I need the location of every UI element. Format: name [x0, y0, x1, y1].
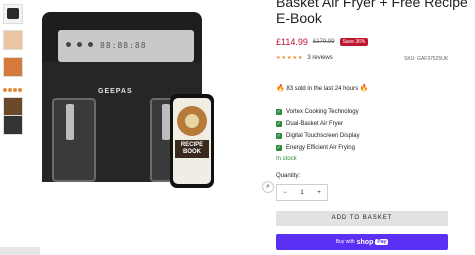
- control-icons: [66, 42, 93, 47]
- price: £114.99: [276, 37, 308, 47]
- quantity-label: Quantity:: [276, 173, 301, 179]
- feature-item: ✓ Vortex Cooking Technology: [276, 106, 360, 118]
- checkmark-icon: ✓: [276, 109, 282, 115]
- scrollbar[interactable]: [0, 247, 40, 255]
- thumbnail-4[interactable]: [3, 88, 22, 92]
- shop-logo: shop: [356, 238, 374, 246]
- thumbnail-3[interactable]: [3, 57, 23, 77]
- checkmark-icon: ✓: [276, 133, 282, 139]
- feature-item: ✓ Dual-Basket Air Fryer: [276, 118, 360, 130]
- magnifier-icon[interactable]: ⌕: [262, 181, 274, 193]
- recipe-book-title: RECIPE BOOK: [175, 140, 209, 158]
- phone-mockup: RECIPE BOOK: [170, 94, 214, 188]
- add-to-basket-button[interactable]: ADD TO BASKET: [276, 211, 448, 226]
- feature-list: ✓ Vortex Cooking Technology ✓ Dual-Baske…: [276, 106, 360, 154]
- thumbnail-5[interactable]: [3, 97, 23, 117]
- quantity-value[interactable]: 1: [294, 190, 310, 196]
- feature-text: Vortex Cooking Technology: [286, 109, 359, 115]
- phone-screen: RECIPE BOOK: [173, 98, 211, 184]
- feature-text: Dual-Basket Air Fryer: [286, 121, 344, 127]
- flame-icon: 🔥: [359, 85, 369, 92]
- shop-pay-button[interactable]: Buy with shop Pay: [276, 234, 448, 250]
- stock-status: In stock: [276, 156, 297, 162]
- price-row: £114.99 £179.99 Save 36%: [276, 37, 369, 47]
- thumbnail-6[interactable]: [3, 115, 23, 135]
- pay-badge: Pay: [375, 239, 389, 245]
- product-image[interactable]: 88:88:88 GEEPAS RECIPE BOOK ⌕: [30, 0, 274, 200]
- decrement-button[interactable]: −: [277, 190, 293, 196]
- flame-icon: 🔥: [276, 85, 285, 92]
- increment-button[interactable]: +: [311, 190, 327, 196]
- feature-item: ✓ Digital Touchscreen Display: [276, 130, 360, 142]
- product-title: Basket Air Fryer + Free Recipe E-Book: [276, 0, 468, 26]
- feature-text: Digital Touchscreen Display: [286, 133, 360, 139]
- star-rating-icon: ★★★★★: [276, 55, 304, 61]
- fryer-display: 88:88:88: [100, 41, 147, 50]
- thumbnail-strip: [0, 0, 40, 255]
- handle-left: [66, 104, 74, 140]
- checkmark-icon: ✓: [276, 145, 282, 151]
- reviews-link[interactable]: 3 reviews: [307, 55, 332, 61]
- compare-price: £179.99: [312, 39, 335, 45]
- thumbnail-1[interactable]: [3, 4, 23, 24]
- sku: SKU: GAF37525UK: [404, 56, 449, 62]
- checkmark-icon: ✓: [276, 121, 282, 127]
- sale-badge: Save 36%: [339, 38, 369, 46]
- feature-item: ✓ Energy Efficient Air Frying: [276, 142, 360, 154]
- handle-right: [162, 104, 170, 140]
- sold-counter: 🔥 83 sold in the last 24 hours 🔥: [276, 84, 369, 92]
- sold-text: 83 sold in the last 24 hours: [286, 86, 359, 92]
- shop-pay-prefix: Buy with: [335, 239, 355, 245]
- feature-text: Energy Efficient Air Frying: [286, 145, 355, 151]
- food-image-center: [185, 114, 199, 128]
- quantity-stepper[interactable]: − 1 +: [276, 184, 328, 201]
- rating-row: ★★★★★ 3 reviews: [276, 55, 333, 61]
- thumbnail-2[interactable]: [3, 30, 23, 50]
- basket-left: [52, 98, 96, 182]
- brand-label: GEEPAS: [98, 88, 133, 95]
